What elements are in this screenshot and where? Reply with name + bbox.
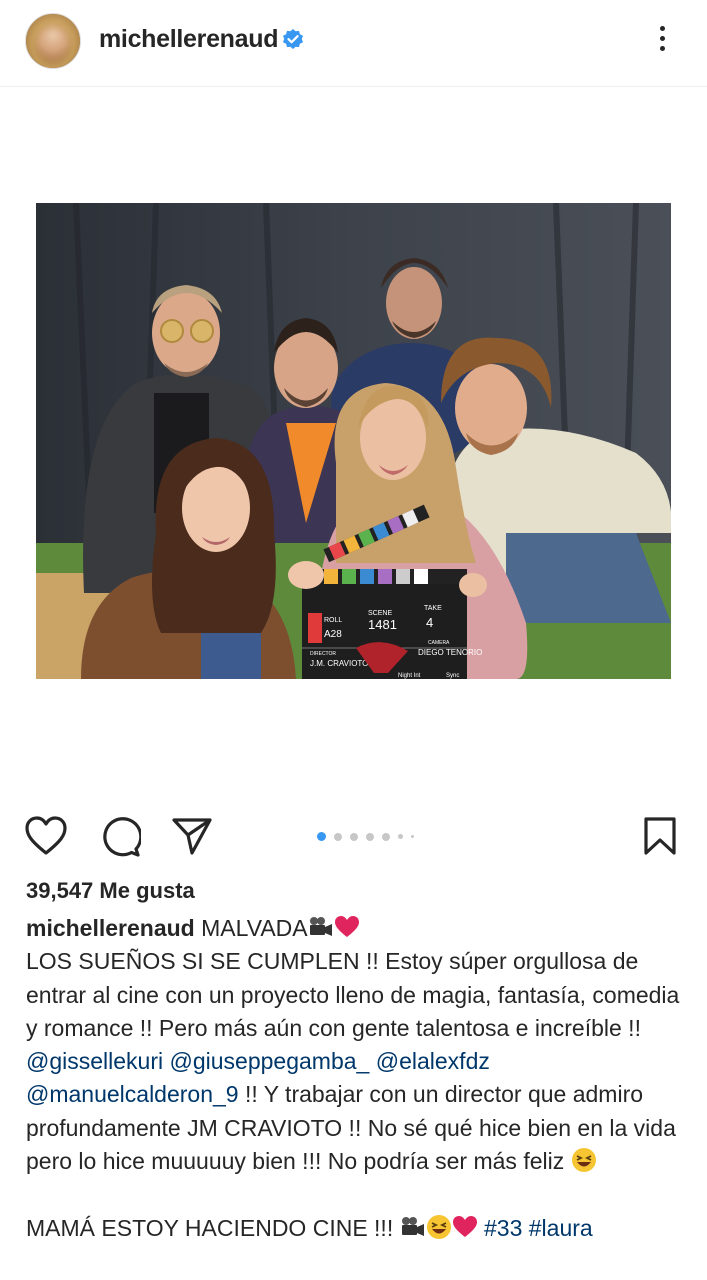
clapper-roll-value: A28: [324, 629, 342, 640]
clapper-camera-label: CAMERA: [428, 640, 450, 646]
movie-camera-icon: [401, 1216, 424, 1236]
carousel-dot: [382, 832, 390, 841]
more-options-icon[interactable]: [650, 22, 674, 58]
username[interactable]: michellerenaud: [99, 25, 279, 54]
post-image[interactable]: ROLL A28 SCENE 1481 TAKE 4 DIRECTOR J.M.…: [36, 203, 671, 679]
clapper-take-value: 4: [426, 615, 433, 630]
mention-link[interactable]: @giuseppegamba_: [170, 1048, 370, 1074]
clapper-camera-value: DIEGO TENORIO: [418, 648, 482, 657]
carousel-dot: [350, 832, 358, 841]
clapper-director-label: DIRECTOR: [310, 651, 336, 657]
clapper-take-label: TAKE: [424, 605, 442, 612]
caption-username[interactable]: michellerenaud: [26, 915, 195, 941]
movie-camera-icon: [309, 917, 332, 936]
red-heart-icon: [452, 1215, 477, 1237]
laughing-face-icon: [426, 1214, 451, 1239]
clapper-scene-label: SCENE: [368, 610, 392, 617]
verified-icon: [283, 29, 303, 49]
caption-title: MALVADA: [201, 915, 308, 941]
carousel-dot: [334, 832, 342, 841]
mention-link[interactable]: @manuelcalderon_9: [26, 1081, 239, 1107]
heart-icon[interactable]: [25, 816, 67, 856]
bookmark-icon[interactable]: [643, 816, 677, 856]
red-heart-icon: [334, 916, 359, 937]
post-photo-illustration: ROLL A28 SCENE 1481 TAKE 4 DIRECTOR J.M.…: [36, 203, 671, 679]
clapper-director-value: J.M. CRAVIOTO: [310, 659, 368, 668]
laughing-face-icon: [571, 1148, 596, 1173]
share-icon[interactable]: [171, 816, 213, 856]
mention-link[interactable]: @gissellekuri: [26, 1048, 163, 1074]
avatar[interactable]: [25, 13, 81, 69]
clapper-footer-right: Sync: [446, 673, 459, 679]
carousel-dot: [366, 832, 374, 841]
caption-body-3: MAMÁ ESTOY HACIENDO CINE !!!: [26, 1214, 400, 1241]
comment-icon[interactable]: [99, 816, 141, 858]
likes-count[interactable]: 39,547 Me gusta: [26, 878, 195, 904]
clapper-footer-left: Night Int: [398, 673, 421, 679]
clapper-scene-value: 1481: [368, 617, 397, 632]
hashtag-link[interactable]: #33: [484, 1215, 522, 1241]
mention-link[interactable]: @elalexfdz: [376, 1048, 490, 1074]
carousel-dot: [411, 835, 414, 839]
clapper-roll-label: ROLL: [324, 617, 342, 624]
post-header: michellerenaud: [0, 0, 707, 87]
hashtag-link[interactable]: #laura: [529, 1215, 593, 1241]
caption: michellerenaud MALVADA LOS SUEÑOS SI SE …: [26, 912, 686, 1245]
caption-body-1: LOS SUEÑOS SI SE CUMPLEN !! Estoy súper …: [26, 948, 680, 1041]
carousel-indicator: [317, 828, 422, 842]
